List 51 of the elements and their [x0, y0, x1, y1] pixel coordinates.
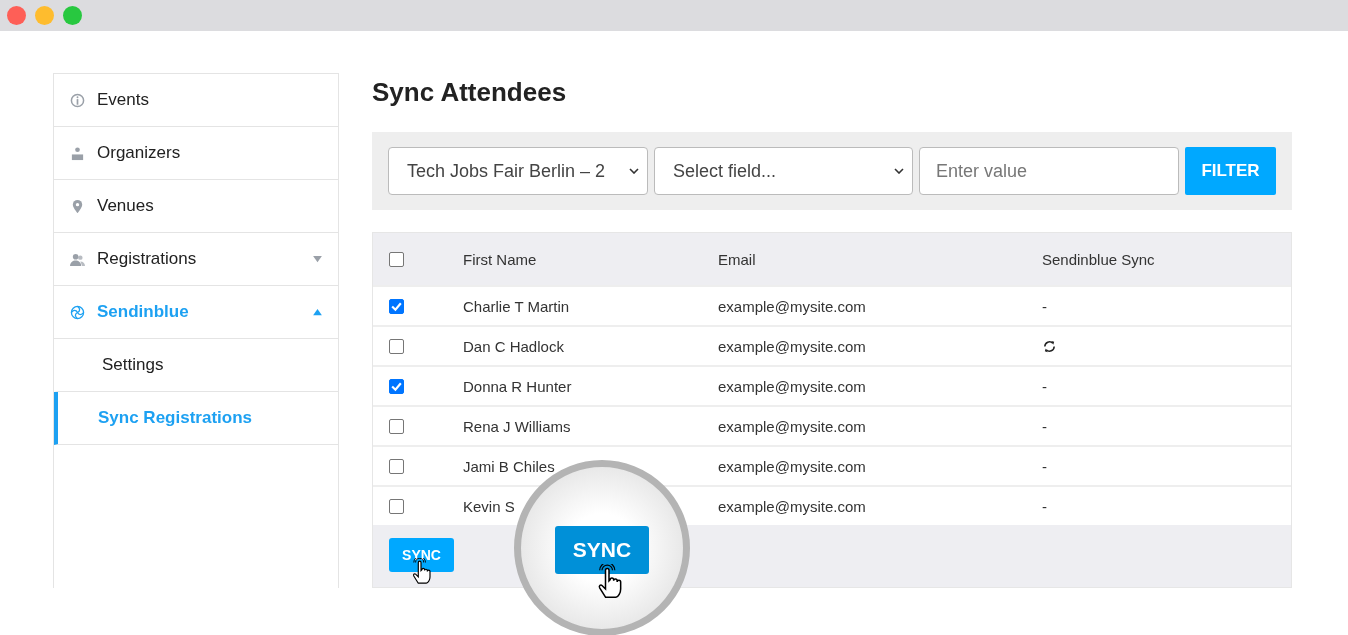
person-icon — [70, 145, 85, 161]
table-cell-text: Donna R Hunter — [463, 377, 573, 395]
column-header: First Name — [463, 250, 538, 268]
sidebar-label: Sendinblue — [97, 302, 190, 322]
table-cell-text: Kevin S — [463, 497, 516, 515]
select-all-checkbox[interactable] — [389, 251, 404, 267]
table-cell-text: Rena J Williams — [463, 417, 572, 435]
sidebar-item[interactable]: Organizers — [54, 127, 338, 180]
chevron-icon — [894, 168, 904, 174]
table-cell: - — [1042, 417, 1047, 435]
row-checkbox[interactable] — [389, 418, 404, 434]
table-cell-text: Charlie T Martin — [463, 297, 571, 315]
sidebar-item[interactable]: Venues — [54, 180, 338, 233]
sidebar-item[interactable]: Events — [54, 74, 338, 127]
people-icon — [70, 251, 85, 267]
field-select[interactable]: Select field... — [654, 147, 913, 195]
info-icon — [70, 92, 85, 108]
table-cell-text: example@mysite.com — [718, 377, 867, 395]
table-cell-text: Dan C Hadlock — [463, 337, 565, 355]
sidebar-label: Venues — [97, 196, 155, 216]
sidebar-subitem[interactable]: Settings — [54, 339, 338, 392]
hand-cursor-icon — [410, 558, 432, 585]
column-header: Email — [718, 250, 757, 268]
sidebar-label: Events — [97, 90, 150, 110]
table-cell-text: example@mysite.com — [718, 457, 867, 475]
table-cell: - — [1042, 497, 1047, 515]
event-select[interactable]: Tech Jobs Fair Berlin – 2 — [388, 147, 648, 195]
table-cell-text: example@mysite.com — [718, 297, 867, 315]
sync-button[interactable]: SYNC — [555, 526, 649, 574]
chevron-icon — [629, 168, 639, 174]
table-cell: - — [1042, 457, 1047, 475]
refresh-icon — [1042, 338, 1057, 354]
sidebar-label: Organizers — [97, 143, 182, 163]
row-checkbox[interactable] — [389, 338, 404, 354]
row-checkbox[interactable] — [389, 298, 404, 314]
table-cell-text: example@mysite.com — [718, 417, 867, 435]
swirl-icon — [70, 304, 85, 320]
sidebar-item[interactable]: Registrations — [54, 233, 338, 286]
value-input-field[interactable]: Enter value — [919, 147, 1179, 195]
row-checkbox[interactable] — [389, 498, 404, 514]
column-header: Sendinblue Sync — [1042, 250, 1156, 268]
table-cell-text: Jami B Chiles — [463, 457, 556, 475]
table-cell-text: example@mysite.com — [718, 497, 867, 515]
table-cell: - — [1042, 297, 1047, 315]
row-checkbox[interactable] — [389, 378, 404, 394]
sidebar-label: Registrations — [97, 249, 198, 269]
table-cell-text: example@mysite.com — [718, 337, 867, 355]
page-title: Sync Attendees — [372, 77, 568, 108]
row-checkbox[interactable] — [389, 458, 404, 474]
table-cell: - — [1042, 377, 1047, 395]
location-pin-icon — [70, 198, 85, 214]
